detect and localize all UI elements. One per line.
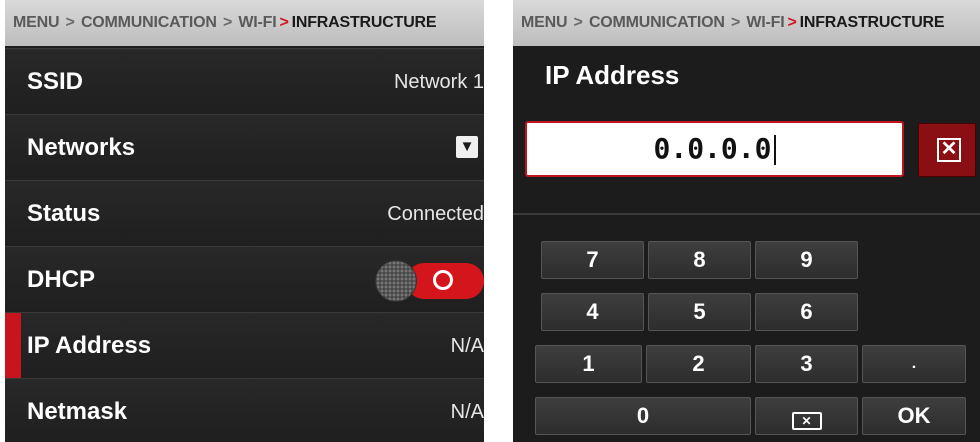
divider — [513, 213, 980, 215]
breadcrumb-arrow-icon: > — [279, 14, 289, 31]
netmask-row[interactable]: Netmask N/A — [5, 378, 484, 442]
backspace-icon: ✕ — [791, 412, 822, 430]
backspace-button[interactable]: ✕ — [755, 397, 858, 435]
breadcrumb-separator: > — [218, 14, 237, 31]
breadcrumb: MENU > COMMUNICATION > WI-FI > INFRASTRUCT… — [513, 0, 980, 46]
breadcrumb-separator: > — [726, 14, 745, 31]
breadcrumb-wifi[interactable]: WI-FI — [746, 14, 784, 31]
breadcrumb-infrastructure: INFRASTRUCTURE — [799, 14, 945, 31]
ip-address-row[interactable]: IP Address N/A — [5, 312, 484, 379]
key-6[interactable]: 6 — [755, 293, 858, 331]
dhcp-label: DHCP — [27, 266, 96, 293]
key-5[interactable]: 5 — [648, 293, 751, 331]
status-value: Connected — [387, 203, 484, 225]
toggle-on-icon — [433, 270, 453, 290]
breadcrumb-menu[interactable]: MENU — [521, 14, 568, 31]
key-dot[interactable]: . — [862, 345, 966, 383]
clear-icon: ✕ — [937, 138, 961, 162]
wifi-infrastructure-menu: MENU > COMMUNICATION > WI-FI > INFRASTRUCT… — [5, 0, 484, 442]
breadcrumb-separator: > — [569, 14, 587, 31]
dhcp-toggle[interactable] — [376, 261, 484, 301]
key-3[interactable]: 3 — [755, 345, 858, 383]
key-9[interactable]: 9 — [755, 241, 858, 279]
key-2[interactable]: 2 — [646, 345, 751, 383]
dhcp-row[interactable]: DHCP — [5, 246, 484, 312]
status-label: Status — [27, 200, 101, 227]
ssid-value: Network 1 — [393, 71, 484, 93]
netmask-label: Netmask — [27, 398, 128, 425]
ip-address-value: N/A — [450, 335, 484, 357]
toggle-knob[interactable] — [376, 261, 416, 301]
ssid-row[interactable]: SSID Network 1 — [5, 48, 484, 114]
breadcrumb-menu[interactable]: MENU — [13, 14, 60, 31]
key-7[interactable]: 7 — [541, 241, 644, 279]
key-1[interactable]: 1 — [535, 345, 642, 383]
breadcrumb-wifi[interactable]: WI-FI — [238, 14, 276, 31]
chevron-down-icon[interactable]: ▼ — [456, 136, 478, 158]
breadcrumb-arrow-icon: > — [787, 14, 797, 31]
breadcrumb-infrastructure: INFRASTRUCTURE — [291, 14, 437, 31]
ip-address-entry: MENU > COMMUNICATION > WI-FI > INFRASTRUCT… — [513, 0, 980, 442]
status-row: Status Connected — [5, 180, 484, 246]
ssid-label: SSID — [27, 68, 84, 95]
key-8[interactable]: 8 — [648, 241, 751, 279]
breadcrumb: MENU > COMMUNICATION > WI-FI > INFRASTRUCT… — [5, 0, 484, 46]
netmask-value: N/A — [450, 401, 484, 423]
breadcrumb-separator: > — [61, 14, 79, 31]
ip-address-input[interactable]: 0.0.0.0 — [525, 121, 904, 177]
networks-label: Networks — [27, 134, 136, 161]
breadcrumb-communication[interactable]: COMMUNICATION — [589, 14, 725, 31]
key-4[interactable]: 4 — [541, 293, 644, 331]
text-cursor — [773, 135, 776, 165]
networks-row[interactable]: Networks ▼ — [5, 114, 484, 180]
ok-button[interactable]: OK — [862, 397, 966, 435]
ip-address-input-value: 0.0.0.0 — [653, 132, 772, 165]
page-title: IP Address — [545, 60, 680, 90]
selection-marker — [5, 313, 21, 379]
clear-button[interactable]: ✕ — [918, 123, 976, 177]
ip-address-label: IP Address — [27, 332, 152, 359]
breadcrumb-communication[interactable]: COMMUNICATION — [81, 14, 217, 31]
ip-address-input-value-wrap: 0.0.0.0 — [527, 123, 902, 175]
key-0[interactable]: 0 — [535, 397, 751, 435]
